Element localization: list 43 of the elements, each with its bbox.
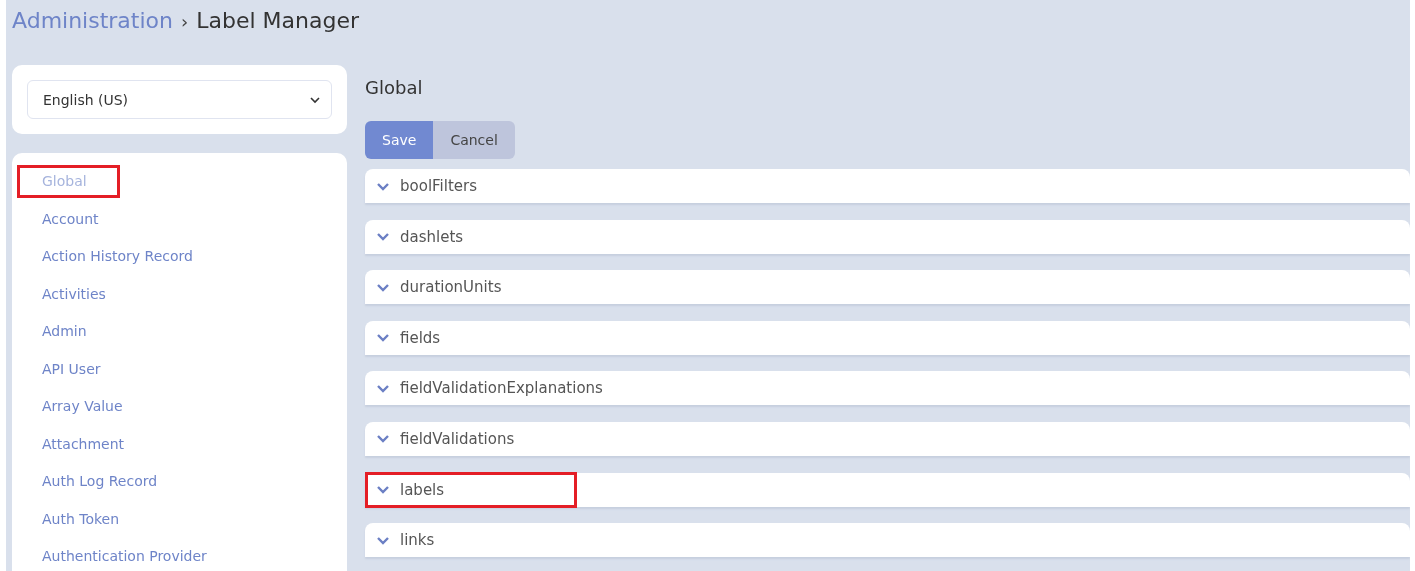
sidebar-item[interactable]: Account <box>17 202 132 236</box>
sidebar-item[interactable]: Admin <box>17 315 120 349</box>
sidebar-item[interactable]: Global <box>17 165 120 199</box>
language-select[interactable]: English (US) <box>27 80 332 119</box>
section-label: fieldValidations <box>400 429 515 448</box>
breadcrumb-link[interactable]: Administration <box>12 6 173 36</box>
chevron-icon <box>376 535 390 545</box>
chevron-icon <box>376 181 390 191</box>
section-header[interactable]: links <box>365 525 478 556</box>
section-label: boolFilters <box>400 177 477 195</box>
sidebar-item[interactable]: Authentication Provider <box>17 540 240 571</box>
section-label: links <box>400 531 435 550</box>
section-label: fieldValidationExplanations <box>400 379 603 398</box>
section-header[interactable]: boolFilters <box>365 171 520 201</box>
section-header[interactable]: fieldValidationExplanations <box>365 373 646 404</box>
chevron-icon <box>376 485 390 495</box>
section-header[interactable]: labels <box>365 471 578 508</box>
chevron-down-icon <box>309 95 321 104</box>
section-label: labels <box>400 480 445 499</box>
sidebar-item[interactable]: API User <box>17 352 134 386</box>
section-header[interactable]: fields <box>365 322 484 353</box>
sidebar-item[interactable]: Auth Log Record <box>17 465 191 499</box>
section-label: durationUnits <box>400 278 502 297</box>
sidebar-item[interactable]: Array Value <box>17 390 156 424</box>
chevron-icon <box>376 434 390 444</box>
sidebar-item[interactable]: Auth Token <box>17 502 153 536</box>
chevron-icon <box>376 282 390 292</box>
cancel-button[interactable]: Cancel <box>433 121 515 159</box>
breadcrumb-separator: › <box>181 10 189 34</box>
page-title: Label Manager <box>196 7 359 35</box>
section-header[interactable]: durationUnits <box>365 272 545 303</box>
chevron-icon <box>376 333 390 343</box>
section-header[interactable]: dashlets <box>365 221 507 252</box>
sidebar-item[interactable]: Attachment <box>17 427 158 461</box>
sidebar-item[interactable]: Activities <box>17 277 139 311</box>
sidebar-item[interactable]: Action History Record <box>17 240 226 274</box>
section-header[interactable]: fieldValidations <box>365 423 558 454</box>
section-label: fields <box>400 328 441 347</box>
save-button[interactable]: Save <box>365 121 434 159</box>
section-label: dashlets <box>400 227 464 246</box>
section-title: Global <box>365 77 424 100</box>
chevron-icon <box>376 232 390 242</box>
chevron-icon <box>376 383 390 393</box>
